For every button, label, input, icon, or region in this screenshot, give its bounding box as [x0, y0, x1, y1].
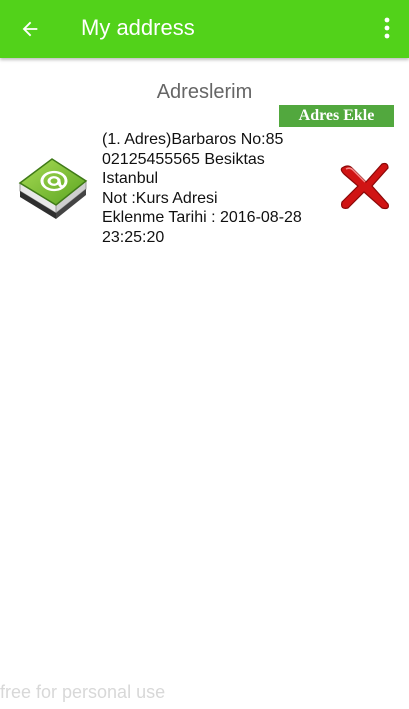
red-x-delete-icon[interactable]	[336, 160, 392, 212]
back-button[interactable]	[14, 13, 46, 45]
address-time: 23:25:20	[102, 228, 165, 246]
email-book-icon	[18, 158, 88, 219]
address-line: 02125455565 Besiktas	[102, 150, 265, 168]
app-bar: My address	[0, 0, 409, 58]
more-vert-icon	[384, 17, 390, 39]
address-line: (1. Adres)Barbaros No:85	[102, 131, 284, 148]
watermark: free for personal use	[0, 682, 166, 702]
add-address-button[interactable]: Adres Ekle	[279, 105, 394, 127]
address-details: (1. Adres)Barbaros No:85 02125455565 Bes…	[102, 130, 332, 247]
page-title: My address	[81, 15, 195, 40]
address-date: Eklenme Tarihi : 2016-08-28	[102, 209, 302, 226]
address-note: Not :Kurs Adresi	[102, 189, 218, 207]
overflow-menu-button[interactable]	[375, 13, 399, 43]
arrow-back-icon	[22, 21, 38, 37]
section-title: Adreslerim	[156, 81, 253, 103]
address-line: Istanbul	[102, 170, 159, 187]
